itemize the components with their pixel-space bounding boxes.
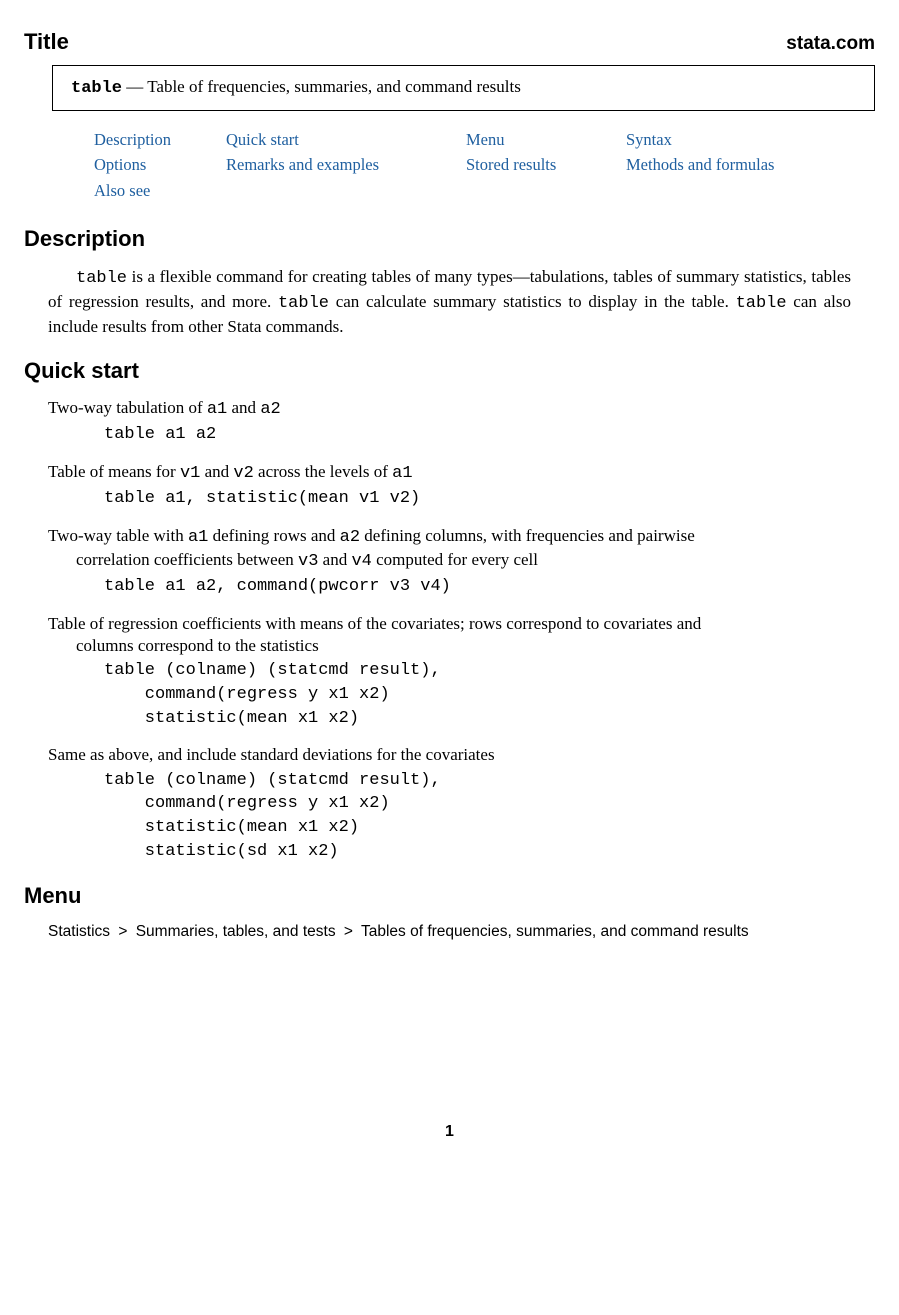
menu-p3: Tables of frequencies, summaries, and co… xyxy=(361,923,749,940)
qs-intro: Same as above, and include standard devi… xyxy=(48,744,851,766)
qs-text: Table of regression coefficients with me… xyxy=(48,614,701,633)
quickstart-item: Same as above, and include standard devi… xyxy=(48,744,851,863)
inline-code: a2 xyxy=(260,400,280,419)
quickstart-heading: Quick start xyxy=(24,357,875,386)
qs-text: Same as above, and include standard devi… xyxy=(48,745,495,764)
desc-t2: can calculate summary statistics to disp… xyxy=(329,292,736,311)
title-dash: — xyxy=(122,77,147,96)
qs-intro: Two-way table with a1 defining rows and … xyxy=(48,525,851,549)
nav-description[interactable]: Description xyxy=(94,129,226,150)
nav-stored-results[interactable]: Stored results xyxy=(466,154,626,175)
quickstart-body: Two-way tabulation of a1 and a2table a1 … xyxy=(48,397,851,864)
title-cmd: table xyxy=(71,79,122,98)
header-row: Title stata.com xyxy=(24,28,875,57)
desc-cmd-1: table xyxy=(76,269,127,288)
inline-code: v2 xyxy=(233,464,253,483)
qs-intro-cont: columns correspond to the statistics xyxy=(76,635,851,657)
nav-menu[interactable]: Menu xyxy=(466,129,626,150)
nav-syntax[interactable]: Syntax xyxy=(626,129,875,150)
inline-code: v1 xyxy=(180,464,200,483)
nav-remarks[interactable]: Remarks and examples xyxy=(226,154,466,175)
menu-path: Statistics > Summaries, tables, and test… xyxy=(48,922,875,942)
nav-also-see[interactable]: Also see xyxy=(94,180,226,201)
code-block: table a1, statistic(mean v1 v2) xyxy=(104,487,851,511)
qs-text: Two-way tabulation of xyxy=(48,398,207,417)
code-block: table (colname) (statcmd result), comman… xyxy=(104,659,851,730)
qs-text: across the levels of xyxy=(254,462,392,481)
nav-quick-start[interactable]: Quick start xyxy=(226,129,466,150)
qs-text: and xyxy=(318,550,351,569)
menu-p2: Summaries, tables, and tests xyxy=(136,923,336,940)
qs-text: computed for every cell xyxy=(372,550,538,569)
page-number: 1 xyxy=(24,1122,875,1143)
qs-text: defining rows and xyxy=(208,526,339,545)
inline-code: v3 xyxy=(298,552,318,571)
code-block: table a1 a2, command(pwcorr v3 v4) xyxy=(104,575,851,599)
qs-text: Table of means for xyxy=(48,462,180,481)
inline-code: a1 xyxy=(207,400,227,419)
inline-code: a1 xyxy=(392,464,412,483)
page-title: Title xyxy=(24,28,69,57)
qs-text: correlation coefficients between xyxy=(76,550,298,569)
qs-text: defining columns, with frequencies and p… xyxy=(360,526,695,545)
inline-code: a1 xyxy=(188,528,208,547)
menu-p1: Statistics xyxy=(48,923,110,940)
menu-heading: Menu xyxy=(24,882,875,911)
desc-cmd-2: table xyxy=(278,294,329,313)
qs-intro: Table of regression coefficients with me… xyxy=(48,613,851,635)
title-subtitle: Table of frequencies, summaries, and com… xyxy=(147,77,521,96)
qs-text: columns correspond to the statistics xyxy=(76,636,319,655)
qs-intro-cont: correlation coefficients between v3 and … xyxy=(76,549,851,573)
gt-icon: > xyxy=(114,923,131,940)
title-box: table — Table of frequencies, summaries,… xyxy=(52,65,875,111)
quickstart-item: Table of regression coefficients with me… xyxy=(48,613,851,731)
quickstart-item: Two-way tabulation of a1 and a2table a1 … xyxy=(48,397,851,447)
inline-code: v4 xyxy=(351,552,371,571)
description-text: table is a flexible command for creating… xyxy=(48,266,851,339)
nav-options[interactable]: Options xyxy=(94,154,226,175)
qs-text: and xyxy=(200,462,233,481)
desc-cmd-3: table xyxy=(736,294,787,313)
nav-methods[interactable]: Methods and formulas xyxy=(626,154,875,175)
code-block: table (colname) (statcmd result), comman… xyxy=(104,769,851,864)
brand-link[interactable]: stata.com xyxy=(786,32,875,57)
qs-text: and xyxy=(227,398,260,417)
gt-icon: > xyxy=(340,923,357,940)
description-heading: Description xyxy=(24,225,875,254)
qs-intro: Two-way tabulation of a1 and a2 xyxy=(48,397,851,421)
code-block: table a1 a2 xyxy=(104,423,851,447)
quickstart-item: Table of means for v1 and v2 across the … xyxy=(48,461,851,511)
qs-text: Two-way table with xyxy=(48,526,188,545)
nav-links: Description Quick start Menu Syntax Opti… xyxy=(94,129,875,201)
qs-intro: Table of means for v1 and v2 across the … xyxy=(48,461,851,485)
quickstart-item: Two-way table with a1 defining rows and … xyxy=(48,525,851,599)
inline-code: a2 xyxy=(340,528,360,547)
